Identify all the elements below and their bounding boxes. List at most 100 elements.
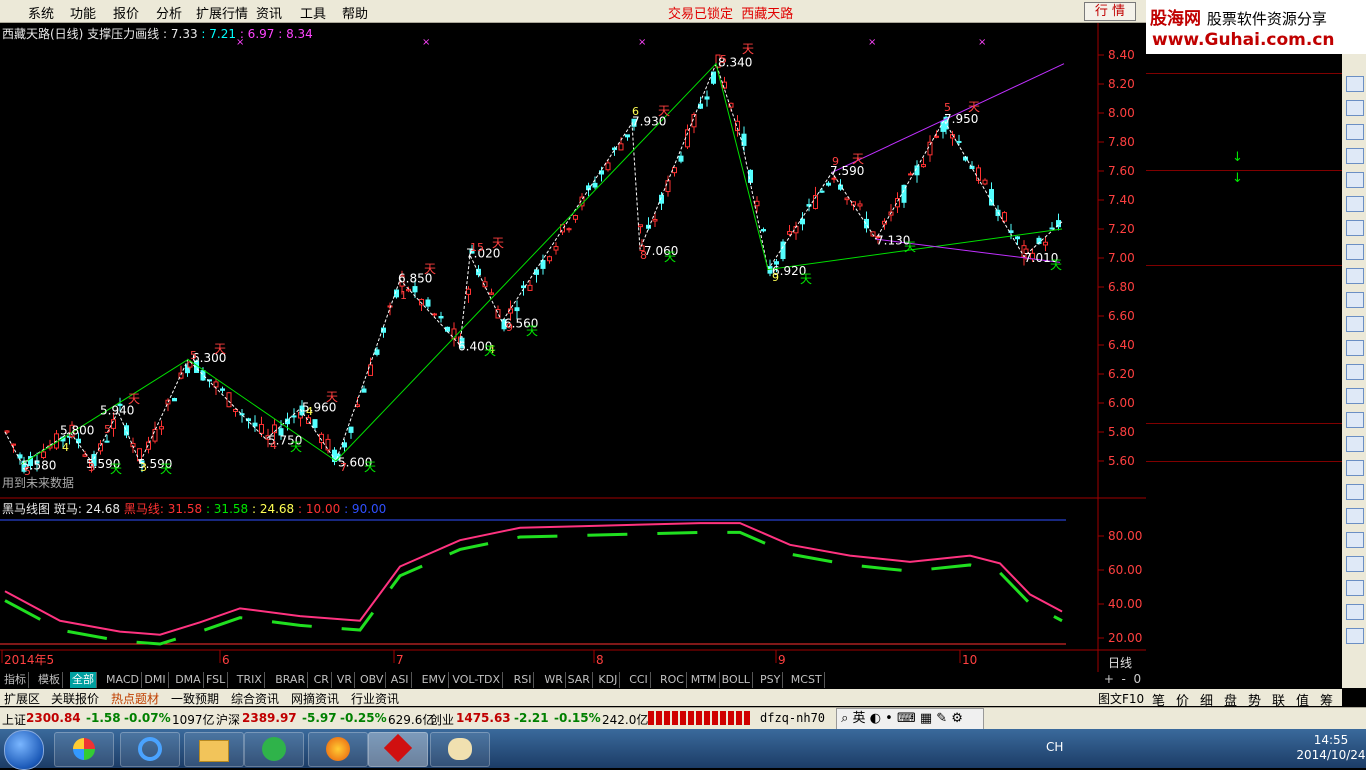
tool-icon[interactable] — [1346, 364, 1364, 380]
tian-marker: 天 — [484, 344, 496, 358]
link-tab[interactable]: 网摘资讯 — [291, 690, 339, 707]
tian-marker: 天 — [364, 460, 376, 474]
stat-row-4 — [1146, 342, 1342, 361]
indicator-tab[interactable]: SAR — [566, 672, 593, 688]
tool-icon[interactable] — [1346, 532, 1364, 548]
tool-icon[interactable] — [1346, 220, 1364, 236]
tool-icon[interactable] — [1346, 508, 1364, 524]
taskbar-app-1[interactable] — [54, 732, 114, 767]
indicator-tab[interactable]: VR — [335, 672, 355, 688]
tool-icon[interactable] — [1346, 244, 1364, 260]
count-label: 4 — [306, 405, 313, 418]
indicator-tab[interactable]: ASI — [389, 672, 412, 688]
taskbar-paint[interactable] — [430, 732, 490, 767]
zoom-controls[interactable]: + - 0 — [1100, 672, 1146, 689]
indicator-tab[interactable]: VOL-TDX — [450, 672, 503, 688]
y-tick-label: 7.60 — [1108, 164, 1135, 178]
tool-icon[interactable] — [1346, 148, 1364, 164]
indicator-tab[interactable]: PSY — [758, 672, 784, 688]
tool-icon[interactable] — [1346, 292, 1364, 308]
indicator-tab[interactable]: DMA — [173, 672, 204, 688]
menu-ext-market[interactable]: 扩展行情 — [196, 3, 248, 22]
flow-row-1 — [1146, 443, 1342, 462]
indicator-tab[interactable]: TRIX — [235, 672, 265, 688]
indicator-tab[interactable]: OBV — [358, 672, 387, 688]
sub-y-tick-label: 40.00 — [1108, 597, 1142, 611]
candle — [685, 129, 690, 148]
candle — [1043, 241, 1048, 246]
tool-icon[interactable] — [1346, 628, 1364, 644]
tool-icon[interactable] — [1346, 412, 1364, 428]
menu-tools[interactable]: 工具 — [300, 3, 326, 22]
indicator-tab[interactable]: DMI — [142, 672, 169, 688]
system-clock[interactable]: 14:55 2014/10/24 — [1296, 733, 1366, 763]
menu-function[interactable]: 功能 — [70, 3, 96, 22]
tool-icon[interactable] — [1346, 388, 1364, 404]
panel-separator — [1146, 73, 1342, 74]
menu-quote[interactable]: 报价 — [113, 3, 139, 22]
indicator-tab[interactable]: WR — [542, 672, 566, 688]
link-tab[interactable]: 扩展区 — [4, 690, 40, 707]
indicator-tab[interactable]: ROC — [658, 672, 687, 688]
link-tab[interactable]: 综合资讯 — [231, 690, 279, 707]
tool-icon[interactable] — [1346, 196, 1364, 212]
taskbar-ie[interactable] — [120, 732, 180, 767]
indicator-tab[interactable]: BRAR — [273, 672, 309, 688]
market-button[interactable]: 行 情 — [1084, 2, 1136, 21]
indicator-tab[interactable]: CR — [312, 672, 332, 688]
tool-icon[interactable] — [1346, 604, 1364, 620]
peak-marker: × — [978, 37, 986, 48]
tool-icon[interactable] — [1346, 580, 1364, 596]
stat-row-1 — [1146, 285, 1342, 304]
tian-marker: 天 — [968, 100, 980, 114]
menu-system[interactable]: 系统 — [28, 3, 54, 22]
indicator-tab[interactable]: 模板 — [36, 672, 63, 688]
link-tab[interactable]: 行业资讯 — [351, 690, 399, 707]
tool-icon[interactable] — [1346, 76, 1364, 92]
tool-icon[interactable] — [1346, 484, 1364, 500]
menu-analysis[interactable]: 分析 — [156, 3, 182, 22]
tool-icon[interactable] — [1346, 556, 1364, 572]
indicator-tab[interactable]: 指标 — [2, 672, 29, 688]
indicator-tab[interactable]: EMV — [420, 672, 449, 688]
tool-icon[interactable] — [1346, 316, 1364, 332]
indicator-tab[interactable]: RSI — [512, 672, 535, 688]
candle — [152, 428, 158, 442]
main-chart-title: 西藏天路(日线) 支撑压力画线 : 7.33 : 7.21 : 6.97 : 8… — [2, 27, 313, 41]
indicator-tab[interactable]: MACD — [104, 672, 142, 688]
ime-bar[interactable]: ⌕ 英 ◐ • ⌨ ▦ ✎ ⚙ — [836, 708, 984, 730]
tick-row — [1146, 552, 1342, 571]
indicator-tab[interactable]: KDJ — [596, 672, 621, 688]
tool-icon[interactable] — [1346, 100, 1364, 116]
indicator-tab[interactable]: 全部 — [70, 672, 97, 688]
menu-help[interactable]: 帮助 — [342, 3, 368, 22]
tool-icon[interactable] — [1346, 460, 1364, 476]
indicator-tab[interactable]: BOLL — [720, 672, 753, 688]
menu-news[interactable]: 资讯 — [256, 3, 282, 22]
kline-chart[interactable]: 8.40 8.20 8.00 7.80 7.60 7.40 7.20 7.00 6.80 6.60… — [0, 23, 1146, 673]
indicator-tab[interactable]: CCI — [627, 672, 651, 688]
y-tick-label: 6.00 — [1108, 396, 1135, 410]
tool-icon[interactable] — [1346, 172, 1364, 188]
link-tab[interactable]: 热点题材 — [111, 690, 159, 707]
taskbar-firefox[interactable] — [308, 732, 368, 767]
link-tab[interactable]: 一致预期 — [171, 690, 219, 707]
tool-icon[interactable] — [1346, 340, 1364, 356]
candle — [325, 438, 331, 451]
indicator-tab[interactable]: FSL — [204, 672, 229, 688]
link-tab[interactable]: 关联报价 — [51, 690, 99, 707]
indicator-tab[interactable]: MTM — [689, 672, 720, 688]
taskbar-explorer[interactable] — [184, 732, 244, 767]
tool-icon[interactable] — [1346, 124, 1364, 140]
candle — [665, 180, 671, 193]
taskbar-stock-app[interactable] — [368, 732, 428, 767]
language-indicator[interactable]: CH — [1046, 740, 1063, 754]
tool-icon[interactable] — [1346, 436, 1364, 452]
candle — [374, 349, 380, 355]
start-button[interactable] — [4, 730, 44, 770]
taskbar-app-2[interactable] — [244, 732, 304, 767]
indicator-tab[interactable]: MCST — [789, 672, 825, 688]
count-label: 7 — [340, 461, 347, 474]
tool-icon[interactable] — [1346, 268, 1364, 284]
f10-button[interactable]: 图文F10 — [1098, 690, 1144, 707]
